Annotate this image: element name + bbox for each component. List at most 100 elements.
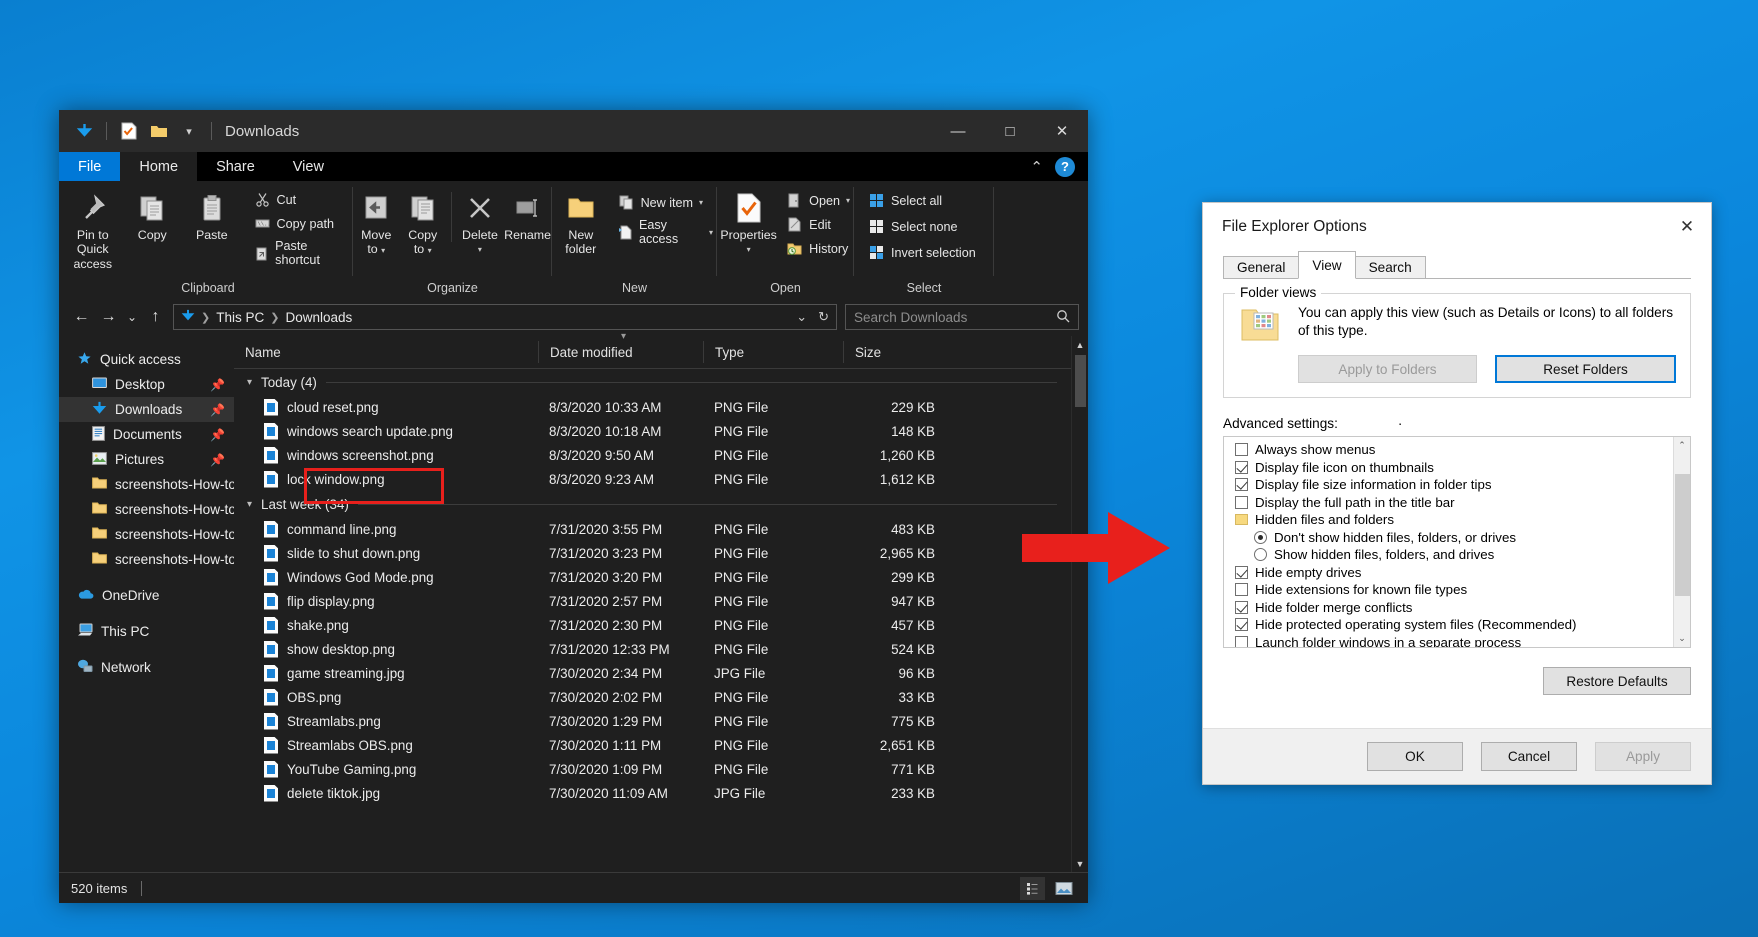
up-button[interactable]: ↑ — [142, 302, 169, 332]
recent-locations-button[interactable]: ⌄ — [122, 302, 142, 332]
thumbnail-view-icon[interactable] — [1051, 877, 1076, 900]
table-row[interactable]: delete tiktok.jpg7/30/2020 11:09 AMJPG F… — [234, 781, 1071, 805]
copy-to-button[interactable]: Copy to ▾ — [399, 189, 445, 259]
dialog-tab-view[interactable]: View — [1298, 251, 1355, 279]
checkbox-icon[interactable] — [1235, 443, 1248, 456]
sidebar-item-screenshots-3[interactable]: screenshots-How-to — [59, 522, 234, 547]
sidebar-item-screenshots-2[interactable]: screenshots-How-to — [59, 497, 234, 522]
easy-access-dropdown-icon[interactable]: ▾ — [709, 228, 713, 237]
table-row[interactable]: flip display.png7/31/2020 2:57 PMPNG Fil… — [234, 589, 1071, 613]
file-name-cell[interactable]: Streamlabs.png — [234, 713, 538, 730]
easy-access-button[interactable]: Easy access ▾ — [614, 217, 717, 247]
select-none-button[interactable]: Select none — [864, 217, 980, 236]
rename-button[interactable]: Rename — [503, 189, 552, 244]
advanced-setting-row[interactable]: Don't show hidden files, folders, or dri… — [1229, 529, 1673, 547]
adv-scroll-up-icon[interactable]: ⌃ — [1678, 437, 1686, 454]
move-to-dropdown-icon[interactable]: ▾ — [381, 246, 385, 255]
copy-path-button[interactable]: \\.. Copy path — [250, 214, 353, 233]
column-header-size[interactable]: Size — [843, 341, 963, 363]
pin-icon[interactable]: 📌 — [210, 403, 225, 417]
quick-access-dropdown-icon[interactable]: ▾ — [174, 116, 204, 146]
adv-scrollbar-thumb[interactable] — [1675, 474, 1690, 596]
column-header-name[interactable]: Name — [234, 341, 538, 363]
file-group-header[interactable]: ▾Last week (34) — [234, 491, 1071, 517]
apply-button[interactable]: Apply — [1595, 742, 1691, 771]
checkbox-icon[interactable] — [1235, 583, 1248, 596]
table-row[interactable]: show desktop.png7/31/2020 12:33 PMPNG Fi… — [234, 637, 1071, 661]
properties-button[interactable]: Properties ▾ — [717, 189, 780, 256]
sidebar-item-desktop[interactable]: Desktop 📌 — [59, 372, 234, 397]
search-input[interactable]: Search Downloads — [854, 310, 967, 325]
advanced-setting-row[interactable]: Always show menus — [1229, 441, 1673, 459]
sidebar-item-network[interactable]: Network — [59, 655, 234, 680]
file-name-cell[interactable]: command line.png — [234, 521, 538, 538]
pin-icon[interactable]: 📌 — [210, 378, 225, 392]
copy-button[interactable]: Copy — [123, 189, 183, 244]
open-dropdown-icon[interactable]: ▾ — [846, 196, 850, 205]
column-header-type[interactable]: Type — [703, 341, 843, 363]
tab-share[interactable]: Share — [197, 152, 274, 181]
radio-icon[interactable] — [1254, 548, 1267, 561]
new-item-dropdown-icon[interactable]: ▾ — [699, 198, 703, 207]
sidebar-item-documents[interactable]: Documents 📌 — [59, 422, 234, 447]
group-collapse-icon[interactable]: ▾ — [247, 499, 252, 510]
advanced-setting-row[interactable]: Display file size information in folder … — [1229, 476, 1673, 494]
table-row[interactable]: command line.png7/31/2020 3:55 PMPNG Fil… — [234, 517, 1071, 541]
checkbox-icon[interactable] — [1235, 636, 1248, 647]
address-bar[interactable]: ❯ This PC ❯ Downloads ⌄ ↻ — [173, 304, 837, 330]
sidebar-item-onedrive[interactable]: OneDrive — [59, 583, 234, 608]
scrollbar-thumb[interactable] — [1075, 355, 1086, 407]
file-name-cell[interactable]: YouTube Gaming.png — [234, 761, 538, 778]
advanced-settings-scrollbar[interactable]: ⌃ ⌄ — [1673, 437, 1690, 647]
details-view-icon[interactable] — [1020, 877, 1045, 900]
reset-folders-button[interactable]: Reset Folders — [1495, 355, 1676, 383]
checkbox-icon[interactable] — [1235, 601, 1248, 614]
new-folder-icon[interactable] — [144, 116, 174, 146]
restore-defaults-button[interactable]: Restore Defaults — [1543, 667, 1691, 695]
pin-icon[interactable]: 📌 — [210, 428, 225, 442]
advanced-setting-row[interactable]: Show hidden files, folders, and drives — [1229, 546, 1673, 564]
delete-dropdown-icon[interactable]: ▾ — [478, 245, 482, 254]
file-name-cell[interactable]: Streamlabs OBS.png — [234, 737, 538, 754]
search-box[interactable]: Search Downloads — [845, 304, 1079, 330]
paste-shortcut-button[interactable]: Paste shortcut — [250, 238, 353, 268]
sidebar-item-screenshots-4[interactable]: screenshots-How-to — [59, 547, 234, 572]
dialog-tab-general[interactable]: General — [1223, 256, 1299, 279]
advanced-settings-list[interactable]: Always show menusDisplay file icon on th… — [1223, 436, 1691, 648]
advanced-setting-row[interactable]: Display file icon on thumbnails — [1229, 459, 1673, 477]
table-row[interactable]: windows screenshot.png8/3/2020 9:50 AMPN… — [234, 443, 1071, 467]
ok-button[interactable]: OK — [1367, 742, 1463, 771]
pin-icon[interactable]: 📌 — [210, 453, 225, 467]
checkbox-icon[interactable] — [1235, 478, 1248, 491]
magnifier-icon[interactable] — [1056, 309, 1070, 326]
open-button[interactable]: Open ▾ — [782, 191, 854, 210]
minimize-button[interactable]: — — [932, 110, 984, 152]
table-row[interactable]: lock window.png8/3/2020 9:23 AMPNG File1… — [234, 467, 1071, 491]
delete-button[interactable]: Delete ▾ — [457, 189, 503, 256]
new-item-button[interactable]: New item ▾ — [614, 193, 717, 212]
refresh-icon[interactable]: ↻ — [818, 309, 829, 325]
copy-to-dropdown-icon[interactable]: ▾ — [428, 246, 432, 255]
advanced-setting-row[interactable]: Hide empty drives — [1229, 564, 1673, 582]
breadcrumb-downloads[interactable]: Downloads — [285, 310, 352, 325]
maximize-button[interactable]: □ — [984, 110, 1036, 152]
advanced-setting-row[interactable]: Launch folder windows in a separate proc… — [1229, 634, 1673, 648]
file-name-cell[interactable]: OBS.png — [234, 689, 538, 706]
file-name-cell[interactable]: windows screenshot.png — [234, 447, 538, 464]
table-row[interactable]: windows search update.png8/3/2020 10:18 … — [234, 419, 1071, 443]
adv-scroll-down-icon[interactable]: ⌄ — [1678, 630, 1686, 647]
forward-button[interactable]: → — [95, 302, 122, 332]
advanced-setting-row[interactable]: Hidden files and folders — [1229, 511, 1673, 529]
table-row[interactable]: Windows God Mode.png7/31/2020 3:20 PMPNG… — [234, 565, 1071, 589]
invert-selection-button[interactable]: Invert selection — [864, 243, 980, 262]
sidebar-item-screenshots-1[interactable]: screenshots-How-to — [59, 472, 234, 497]
properties-icon[interactable] — [114, 116, 144, 146]
checkbox-icon[interactable] — [1235, 461, 1248, 474]
checkbox-icon[interactable] — [1235, 566, 1248, 579]
tab-home[interactable]: Home — [120, 152, 197, 181]
table-row[interactable]: slide to shut down.png7/31/2020 3:23 PMP… — [234, 541, 1071, 565]
file-name-cell[interactable]: show desktop.png — [234, 641, 538, 658]
file-name-cell[interactable]: slide to shut down.png — [234, 545, 538, 562]
paste-button[interactable]: Paste — [182, 189, 242, 244]
downloads-arrow-icon[interactable] — [69, 116, 99, 146]
